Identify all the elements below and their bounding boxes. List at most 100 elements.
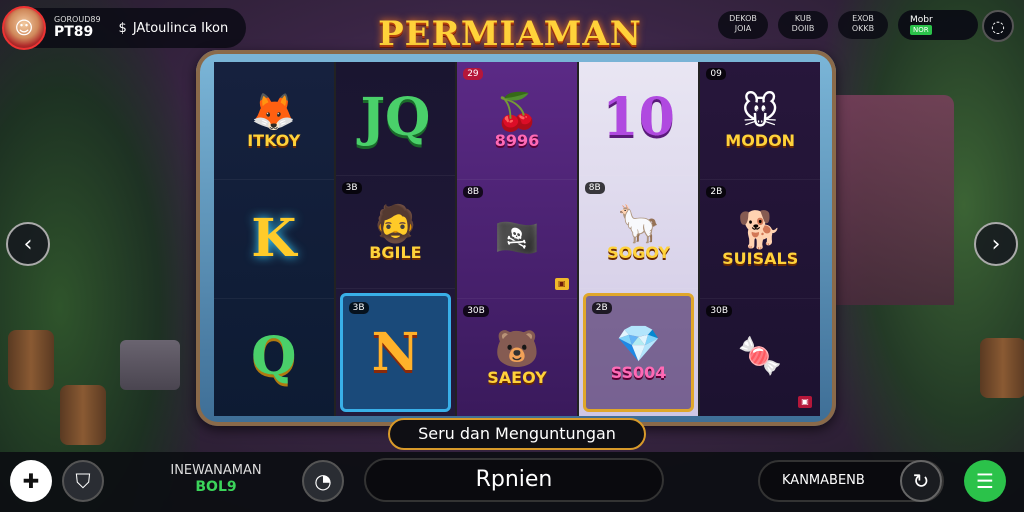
plus-icon: ✚: [22, 469, 40, 493]
reel-symbol[interactable]: 29 🍒 8996: [457, 62, 577, 181]
letter-jq-icon: JQ: [360, 87, 431, 149]
dollar-icon: $: [118, 20, 127, 36]
fox-icon: 🦊: [251, 92, 297, 134]
chest-icon: ▣: [797, 395, 812, 408]
stat-badge[interactable]: DEKOB JOIA: [718, 11, 768, 39]
stat-bottom: JOIA: [734, 24, 752, 33]
menu-button[interactable]: ☰: [964, 460, 1006, 502]
chevron-right-icon: ›: [991, 231, 1001, 257]
shield-button[interactable]: ⛉: [62, 460, 104, 502]
mode-line-1: INEWANAMAN: [170, 463, 262, 478]
stat-bottom: OKKB: [851, 24, 875, 33]
symbol-label: BGILE: [369, 242, 422, 262]
shield-icon: ⛉: [75, 469, 91, 493]
menu-icon: ☰: [976, 469, 994, 493]
reel-symbol[interactable]: 30B 🍬 ▣: [700, 299, 820, 416]
tagline: Seru dan Menguntungan: [388, 418, 646, 450]
autoplay-button[interactable]: ◔: [302, 460, 344, 502]
stone-decoration: [120, 340, 180, 390]
reel-symbol[interactable]: 8B 🏴‍☠️ ▣: [457, 180, 577, 299]
reel-symbol[interactable]: K: [214, 180, 334, 299]
player-profile[interactable]: ☺ GOROUD89 PT89 $ JAtoulinca Ikon: [2, 6, 246, 50]
reel-symbol[interactable]: 8B 🦙 SOGOY: [578, 176, 699, 290]
symbol-label: ITKOY: [247, 131, 301, 151]
reel-symbol[interactable]: 30B 🐻 SAEOY: [457, 299, 577, 416]
reel-1: 🦊 ITKOY K Q: [214, 62, 336, 416]
barrel-decoration: [8, 330, 54, 390]
refresh-icon: ◌: [991, 16, 1005, 36]
symbol-tag: 30B: [463, 304, 489, 317]
stat-badge[interactable]: EXOB OKKB: [838, 11, 888, 39]
letter-q-icon: Q: [251, 326, 297, 388]
reel-symbol[interactable]: JQ: [335, 62, 456, 176]
symbol-tag: 09: [706, 68, 726, 80]
barrel-decoration: [980, 338, 1024, 398]
reel-4: 10 8B 🦙 SOGOY 2B 💎 SS004: [578, 62, 701, 416]
game-mode[interactable]: INEWANAMAN BOL9: [166, 462, 266, 496]
stat-top: KUB: [794, 14, 812, 23]
reel-symbol[interactable]: 09 🐭 MODON: [700, 62, 820, 181]
dog-icon: 🐕: [737, 210, 783, 252]
reel-symbol[interactable]: 🦊 ITKOY: [214, 62, 334, 181]
symbol-label: SAEOY: [487, 367, 547, 387]
add-button[interactable]: ✚: [10, 460, 52, 502]
reel-symbol[interactable]: 3B N: [339, 293, 452, 413]
reel-symbol[interactable]: 2B 🐕 SUISALS: [700, 180, 820, 299]
mouse-icon: 🐭: [741, 92, 779, 134]
stat-top: DEKOB: [729, 14, 757, 23]
reel-symbol[interactable]: 2B 💎 SS004: [582, 293, 695, 413]
spin-button[interactable]: Rpnien: [364, 458, 664, 502]
symbol-label: MODON: [725, 131, 796, 151]
stat-bottom: DOIIB: [791, 24, 815, 33]
previous-button[interactable]: ‹: [6, 222, 50, 266]
symbol-tag: 2B: [591, 302, 612, 315]
symbol-tag: 29: [463, 68, 483, 80]
slot-reels: 🦊 ITKOY K Q JQ 3B 🧔 BGILE 3B N 29 🍒 8996: [214, 62, 820, 416]
barrel-decoration: [60, 385, 106, 445]
llama-icon: 🦙: [616, 203, 661, 245]
reel-symbol[interactable]: 10: [578, 62, 699, 176]
menu-pill-badge: NOR: [910, 25, 932, 35]
symbol-label: SS004: [610, 363, 667, 383]
reel-2: JQ 3B 🧔 BGILE 3B N: [335, 62, 458, 416]
symbol-tag: 3B: [341, 181, 362, 194]
symbol-label: 8996: [494, 131, 540, 151]
symbol-tag: 2B: [706, 186, 727, 199]
hut-background: [824, 95, 954, 305]
stat-top: EXOB: [852, 14, 874, 23]
menu-pill-label: Mobr: [910, 15, 933, 25]
player-id: PT89: [54, 23, 94, 40]
symbol-tag: 8B: [584, 181, 605, 194]
reel-symbol[interactable]: Q: [214, 299, 334, 416]
reel-5: 09 🐭 MODON 2B 🐕 SUISALS 30B 🍬 ▣: [700, 62, 820, 416]
symbol-tag: 3B: [348, 302, 369, 315]
avatar[interactable]: ☺: [2, 6, 46, 50]
man-icon: 🧔: [372, 203, 418, 245]
balance-value: JAtoulinca Ikon: [132, 20, 229, 36]
stat-badge[interactable]: KUB DOIIB: [778, 11, 828, 39]
letter-n-icon: N: [371, 321, 420, 383]
symbol-label: SOGOY: [607, 242, 671, 262]
pirate-icon: 🏴‍☠️: [494, 217, 540, 259]
letter-k-icon: K: [251, 207, 297, 269]
gem-box-icon: 💎: [616, 324, 661, 366]
mode-line-2: BOL9: [195, 479, 237, 495]
reel-3: 29 🍒 8996 8B 🏴‍☠️ ▣ 30B 🐻 SAEOY: [457, 62, 579, 416]
balance: $ JAtoulinca Ikon: [119, 21, 229, 36]
refresh-icon: ↻: [912, 469, 930, 493]
fruit-icon: 🍒: [494, 92, 540, 134]
bear-icon: 🐻: [494, 328, 540, 370]
next-button[interactable]: ›: [974, 222, 1018, 266]
menu-pill[interactable]: Mobr NOR: [898, 10, 978, 40]
number-10-icon: 10: [602, 87, 675, 149]
symbol-label: SUISALS: [722, 249, 799, 269]
refresh-button[interactable]: ↻: [900, 460, 942, 502]
candy-icon: 🍬: [737, 336, 783, 378]
bet-label: KANMABENB: [782, 473, 865, 488]
chest-icon: ▣: [554, 277, 569, 290]
chevron-left-icon: ‹: [23, 231, 33, 257]
reel-symbol[interactable]: 3B 🧔 BGILE: [335, 176, 456, 290]
gauge-icon: ◔: [314, 469, 332, 493]
symbol-tag: 8B: [463, 186, 484, 199]
settings-button[interactable]: ◌: [982, 10, 1014, 42]
